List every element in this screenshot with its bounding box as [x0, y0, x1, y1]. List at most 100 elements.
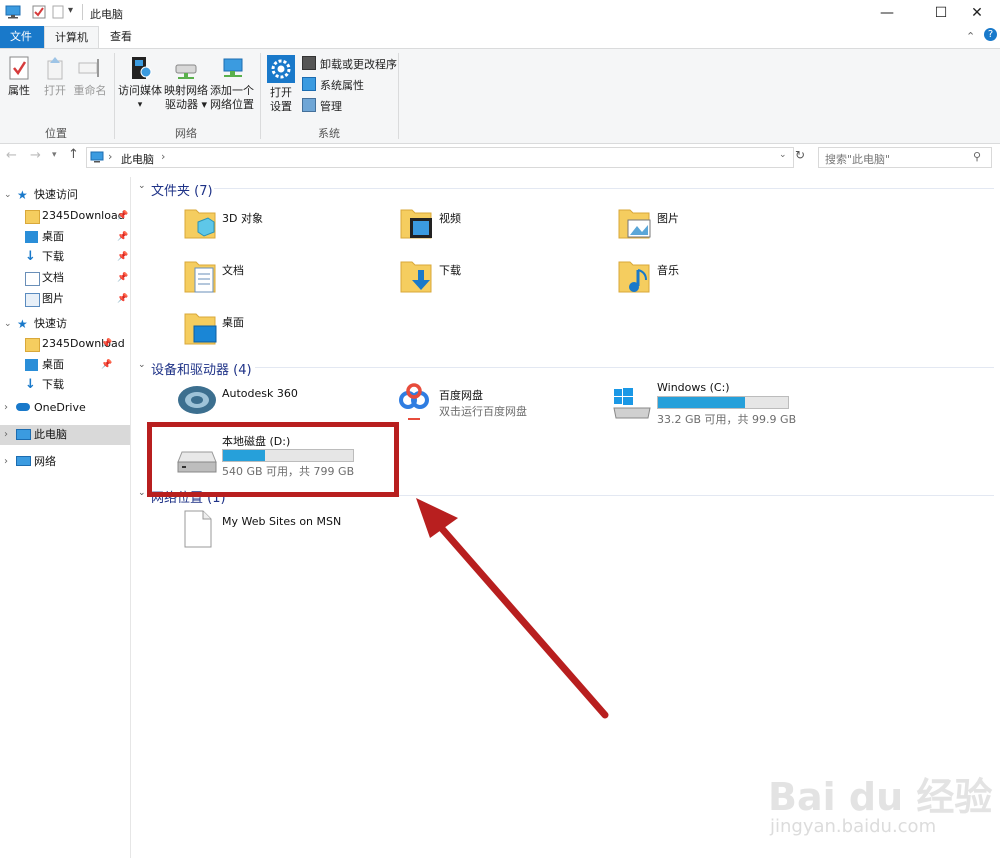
nav-network[interactable]: › 网络	[0, 452, 130, 472]
baidu-netdisk-icon[interactable]	[398, 382, 432, 422]
pictures-folder-icon[interactable]	[618, 206, 652, 240]
access-media-label: 访问媒体	[118, 84, 162, 97]
rename-label: 重命名	[73, 84, 107, 97]
expand-chevron-icon[interactable]: ⌄	[4, 185, 12, 205]
add-network-label1: 添加一个	[210, 84, 254, 97]
properties-icon	[9, 56, 29, 80]
music-folder-icon[interactable]	[618, 258, 652, 294]
folder-music[interactable]: 音乐	[657, 262, 679, 278]
new-folder-quick-icon[interactable]	[52, 5, 64, 19]
rename-icon	[78, 59, 99, 77]
folder-3d-objects[interactable]: 3D 对象	[222, 210, 263, 226]
manage-label: 管理	[320, 100, 342, 113]
collapse-network-icon[interactable]: ⌄	[138, 488, 146, 498]
collapse-ribbon-icon[interactable]: ⌃	[966, 30, 975, 43]
pin-icon: 📌	[117, 294, 129, 304]
properties-button[interactable]: 属性	[4, 55, 34, 98]
properties-label: 属性	[8, 84, 30, 97]
access-media-button[interactable]: 访问媒体 ▾	[118, 55, 162, 112]
address-dropdown-icon[interactable]: ⌄	[779, 150, 787, 160]
network-my-web-sites[interactable]: My Web Sites on MSN	[222, 515, 341, 528]
folder-desktop[interactable]: 桌面	[222, 314, 244, 330]
open-settings-button[interactable]: 打开 设置	[264, 55, 298, 114]
nav-quick-access-2[interactable]: ⌄ ★ 快速访	[0, 314, 130, 334]
folder-videos[interactable]: 视频	[439, 210, 461, 226]
devices-header[interactable]: 设备和驱动器 (4)	[151, 359, 252, 378]
up-arrow-icon[interactable]: ↑	[68, 147, 79, 162]
cloud-icon	[16, 403, 30, 411]
tab-file[interactable]: 文件	[0, 26, 44, 48]
minimize-button[interactable]: —	[864, 0, 910, 26]
red-arrow-annotation	[416, 498, 609, 719]
properties-quick-icon[interactable]	[32, 5, 46, 19]
recent-dropdown-icon[interactable]: ▾	[52, 150, 57, 160]
downloads-folder-icon[interactable]	[400, 258, 434, 294]
nav-quick-access[interactable]: ⌄ ★ 快速访问	[0, 185, 130, 205]
nav-pictures[interactable]: 图片 📌	[0, 289, 130, 309]
media-icon	[132, 57, 152, 79]
nav-onedrive[interactable]: › OneDrive	[0, 398, 130, 418]
breadcrumb-separator[interactable]: ›	[108, 150, 112, 163]
nav-2345download[interactable]: 2345Download 📌	[0, 206, 130, 226]
nav-downloads[interactable]: ↓ 下载 📌	[0, 247, 130, 267]
pin-icon: 📌	[117, 232, 129, 242]
autodesk-360-icon[interactable]	[176, 380, 218, 416]
add-network-location-button[interactable]: 添加一个 网络位置	[210, 55, 254, 112]
3d-objects-folder-icon[interactable]	[184, 206, 216, 240]
ribbon-tabs: 文件 计算机 查看 ⌃ ?	[0, 26, 1000, 48]
map-drive-button[interactable]: 映射网络 驱动器 ▾	[164, 55, 208, 112]
device-baidu-netdisk[interactable]: 百度网盘	[439, 387, 483, 403]
back-arrow-icon[interactable]: ←	[6, 148, 17, 163]
help-icon[interactable]: ?	[984, 28, 997, 41]
nav-desktop-2[interactable]: 桌面 📌	[0, 355, 130, 375]
section-line	[214, 188, 994, 189]
close-button[interactable]: ✕	[954, 0, 1000, 26]
window-title: 此电脑	[90, 8, 123, 21]
nav-documents[interactable]: 文档 📌	[0, 268, 130, 288]
forward-arrow-icon[interactable]: →	[30, 148, 41, 163]
system-properties-button[interactable]: 系统属性	[302, 76, 364, 96]
folder-downloads[interactable]: 下载	[439, 262, 461, 278]
tab-view[interactable]: 查看	[100, 26, 142, 48]
expand-chevron-icon[interactable]: ⌄	[4, 314, 12, 334]
folders-header[interactable]: 文件夹 (7)	[151, 180, 213, 199]
ribbon-separator	[260, 53, 261, 139]
nav-downloads-2[interactable]: ↓ 下载	[0, 375, 130, 395]
web-shortcut-file-icon[interactable]	[183, 509, 213, 549]
open-button[interactable]: 打开	[40, 55, 70, 98]
refresh-icon[interactable]: ↻	[795, 148, 805, 162]
breadcrumb-separator[interactable]: ›	[161, 150, 165, 163]
device-windows-c[interactable]: Windows (C:)	[657, 381, 730, 394]
rename-button[interactable]: 重命名	[72, 55, 108, 98]
tab-computer[interactable]: 计算机	[44, 26, 99, 48]
collapsed-chevron-icon[interactable]: ›	[4, 398, 8, 418]
address-bar[interactable]: › 此电脑 › ⌄	[86, 147, 794, 168]
nav-this-pc[interactable]: › 此电脑	[0, 425, 130, 445]
nav-desktop[interactable]: 桌面 📌	[0, 227, 130, 247]
nav-2345download-2[interactable]: 2345Download 📌	[0, 334, 130, 354]
ribbon: 属性 打开 重命名 位置 访问媒体 ▾ 映射网络 驱动器 ▾ 添加一个 网络位置…	[0, 48, 1000, 144]
windows-drive-icon[interactable]	[612, 388, 652, 420]
search-input[interactable]: 搜索"此电脑" ⚲	[818, 147, 992, 168]
uninstall-program-button[interactable]: 卸载或更改程序	[302, 55, 397, 75]
pin-icon: 📌	[117, 252, 129, 262]
collapsed-chevron-icon[interactable]: ›	[4, 452, 8, 472]
network-group-label: 网络	[175, 127, 197, 140]
nav-label: 快速访	[34, 317, 67, 330]
download-arrow-icon: ↓	[25, 249, 36, 264]
video-folder-icon[interactable]	[400, 206, 434, 240]
folder-pictures[interactable]: 图片	[657, 210, 679, 226]
documents-folder-icon[interactable]	[184, 258, 216, 294]
breadcrumb-this-pc[interactable]: 此电脑	[121, 151, 154, 167]
folder-documents[interactable]: 文档	[222, 262, 244, 278]
collapse-folders-icon[interactable]: ⌄	[138, 181, 146, 191]
collapsed-chevron-icon[interactable]: ›	[4, 425, 8, 445]
baidu-watermark-url: jingyan.baidu.com	[770, 816, 937, 837]
title-bar: ▾ 此电脑 — ☐ ✕	[0, 0, 1000, 26]
collapse-devices-icon[interactable]: ⌄	[138, 360, 146, 370]
desktop-folder-icon[interactable]	[184, 310, 218, 346]
device-autodesk-360[interactable]: Autodesk 360	[222, 387, 298, 400]
quick-access-dropdown-icon[interactable]: ▾	[68, 5, 73, 16]
manage-button[interactable]: 管理	[302, 97, 342, 117]
search-icon[interactable]: ⚲	[973, 150, 981, 163]
